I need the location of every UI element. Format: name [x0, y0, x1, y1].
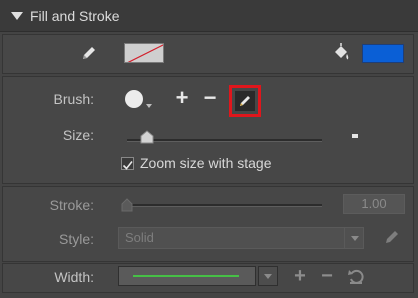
- collapse-triangle-icon[interactable]: [11, 11, 23, 20]
- reset-width-icon[interactable]: [346, 266, 366, 286]
- stroke-value-input[interactable]: 1.00: [343, 194, 405, 214]
- remove-brush-button[interactable]: −: [200, 86, 220, 110]
- stroke-slider-track[interactable]: [124, 204, 322, 207]
- edit-pencil-icon: [238, 94, 252, 108]
- style-dropdown[interactable]: Solid: [118, 227, 364, 249]
- stroke-color-swatch[interactable]: [124, 43, 164, 63]
- style-label: Style:: [58, 231, 94, 247]
- paint-bucket-icon: [331, 43, 351, 63]
- fill-and-stroke-panel: Fill and Stroke Brush: + − Size: Zoom si…: [0, 0, 418, 298]
- zoom-size-checkbox[interactable]: [121, 157, 134, 170]
- stroke-label: Stroke:: [49, 197, 94, 213]
- brush-dropdown-arrow-icon[interactable]: [146, 104, 152, 108]
- edit-brush-button[interactable]: [229, 85, 261, 117]
- color-section: [2, 34, 414, 74]
- panel-header[interactable]: Fill and Stroke: [0, 0, 418, 32]
- stroke-slider-thumb[interactable]: [121, 198, 133, 212]
- size-value-indicator: [352, 134, 358, 138]
- remove-width-profile-button[interactable]: −: [318, 265, 336, 287]
- chevron-down-icon: [351, 235, 359, 241]
- pencil-icon: [80, 44, 98, 62]
- size-label: Size:: [62, 127, 94, 143]
- width-profile-dropdown[interactable]: [118, 266, 256, 286]
- zoom-size-label: Zoom size with stage: [140, 155, 272, 171]
- width-label: Width:: [54, 269, 94, 285]
- width-dropdown-arrow[interactable]: [258, 266, 278, 286]
- add-width-profile-button[interactable]: +: [291, 265, 309, 287]
- brush-label: Brush:: [53, 91, 94, 107]
- fill-color-swatch[interactable]: [362, 44, 404, 63]
- width-profile-preview: [133, 275, 239, 277]
- size-slider-thumb[interactable]: [140, 130, 154, 144]
- edit-style-pencil-icon[interactable]: [382, 227, 402, 247]
- style-dropdown-arrow[interactable]: [344, 228, 365, 248]
- panel-title: Fill and Stroke: [30, 7, 120, 24]
- add-brush-button[interactable]: +: [172, 86, 192, 110]
- size-slider-track[interactable]: [127, 139, 322, 142]
- chevron-down-icon: [264, 273, 272, 279]
- brush-shape-picker[interactable]: [125, 90, 143, 108]
